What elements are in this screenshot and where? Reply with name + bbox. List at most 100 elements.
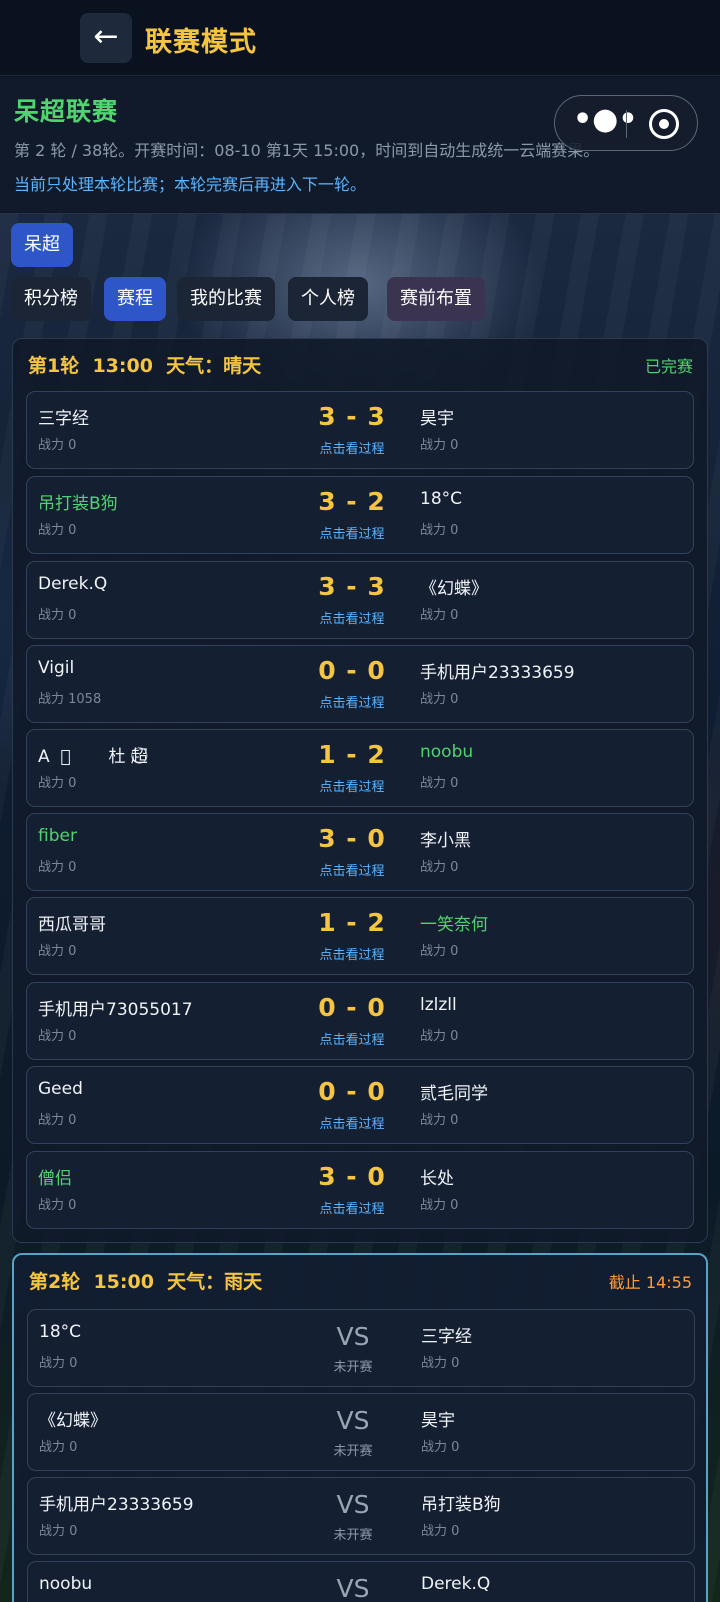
away-team-name: 18°C [420, 489, 463, 509]
match-score: 3 - 2 [318, 487, 386, 516]
league-note: 当前只处理本轮比赛；本轮完赛后再进入下一轮。 [14, 175, 367, 194]
home-team-name: 吊打装B狗 [38, 494, 118, 513]
close-target-icon[interactable] [649, 109, 679, 139]
away-team-power: 战力 0 [420, 776, 459, 791]
tab-standings[interactable]: 积分榜 [11, 277, 91, 321]
view-process-link[interactable]: 点击看过程 [282, 438, 422, 457]
tab-schedule[interactable]: 赛程 [104, 277, 166, 321]
match-card[interactable]: 《幻蝶》 战力 0 VS 未开赛 昊宇 战力 0 [27, 1393, 695, 1471]
match-score: 0 - 0 [318, 1077, 386, 1106]
league-chip[interactable]: 呆超 [11, 223, 73, 267]
match-card[interactable]: 吊打装B狗 战力 0 3 - 2 点击看过程 18°C 战力 0 [26, 476, 694, 554]
match-score: 0 - 0 [318, 656, 386, 685]
home-team-power: 战力 1058 [38, 692, 102, 707]
away-team-name: noobu [420, 742, 474, 762]
home-team-power: 战力 0 [38, 1198, 77, 1213]
match-score: 0 - 0 [318, 993, 386, 1022]
match-score: 3 - 0 [318, 1162, 386, 1191]
away-team-name: 手机用户23333659 [420, 663, 575, 682]
round-panel-2: 第2轮 15:00 天气：雨天 截止 14:55 18°C 战力 0 VS 未开赛… [12, 1253, 708, 1602]
away-team-name: 贰毛同学 [420, 1084, 488, 1103]
match-card[interactable]: noobu VS Derek.Q [27, 1561, 695, 1602]
away-team-power: 战力 0 [421, 1440, 460, 1455]
away-team-name: 昊宇 [420, 409, 454, 428]
view-process-link[interactable]: 点击看过程 [282, 944, 422, 963]
home-team-power: 战力 0 [38, 523, 77, 538]
home-team-power: 战力 0 [38, 776, 77, 791]
match-score: 1 - 2 [318, 740, 386, 769]
view-process-link[interactable]: 点击看过程 [282, 608, 422, 627]
away-team-name: 长处 [420, 1169, 454, 1188]
tab-my-matches[interactable]: 我的比赛 [177, 277, 275, 321]
home-team-name: 18°C [39, 1322, 82, 1342]
away-team-name: 三字经 [421, 1327, 472, 1346]
view-process-link[interactable]: 点击看过程 [282, 1198, 422, 1217]
vs-label: VS [336, 1490, 370, 1519]
home-team-name: 三字经 [38, 409, 89, 428]
round-status: 已完赛 [644, 357, 693, 376]
home-team-name: 西瓜哥哥 [38, 915, 106, 934]
match-card[interactable]: 18°C 战力 0 VS 未开赛 三字经 战力 0 [27, 1309, 695, 1387]
tab-personal-ranking[interactable]: 个人榜 [288, 277, 368, 321]
away-team-name: 吊打装B狗 [421, 1495, 501, 1514]
home-team-power: 战力 0 [39, 1440, 78, 1455]
round-panel-1: 第1轮 13:00 天气：晴天 已完赛 三字经战力 0 3 - 3 点击看过程 … [12, 338, 708, 1243]
away-team-power: 战力 0 [420, 1029, 459, 1044]
more-dots-icon[interactable]: •●• [573, 104, 638, 140]
home-team-name: A ⃝ 杜 超⃝ [38, 747, 148, 766]
round-deadline: 截止 14:55 [608, 1273, 692, 1292]
match-card[interactable]: 西瓜哥哥 战力 0 1 - 2 点击看过程 一笑奈何 战力 0 [26, 897, 694, 975]
view-process-link[interactable]: 点击看过程 [282, 860, 422, 879]
match-card[interactable]: 手机用户73055017 战力 0 0 - 0 点击看过程 lzlzll 战力 0 [26, 982, 694, 1060]
view-process-link[interactable]: 点击看过程 [282, 692, 422, 711]
away-team-power: 战力 0 [420, 692, 459, 707]
away-team-power: 战力 0 [420, 608, 459, 623]
view-process-link[interactable]: 点击看过程 [282, 1113, 422, 1132]
home-team-power: 战力 0 [38, 860, 77, 875]
match-card[interactable]: Vigil 战力 1058 0 - 0 点击看过程 手机用户23333659 战力 … [26, 645, 694, 723]
home-team-name: 僧侣 [38, 1169, 72, 1188]
match-state: 未开赛 [333, 1360, 373, 1375]
view-process-link[interactable]: 点击看过程 [282, 523, 422, 542]
away-team-power: 战力 0 [421, 1524, 460, 1539]
vs-label: VS [336, 1574, 370, 1602]
tab-prematch-setup[interactable]: 赛前布置 [387, 277, 485, 321]
vs-label: VS [336, 1406, 370, 1435]
away-team-power: 战力 0 [420, 1198, 459, 1213]
view-process-link[interactable]: 点击看过程 [282, 1029, 422, 1048]
away-team-name: 昊宇 [421, 1411, 455, 1430]
home-team-name: 手机用户23333659 [39, 1495, 194, 1514]
match-card[interactable]: fiber 战力 0 3 - 0 点击看过程 李小黑 战力 0 [26, 813, 694, 891]
away-team-power: 战力 0 [420, 1113, 459, 1128]
match-card[interactable]: 手机用户23333659 战力 0 VS 未开赛 吊打装B狗战力 0 [27, 1477, 695, 1555]
match-card[interactable]: A ⃝ 杜 超⃝ 战力 0 1 - 2 点击看过程 noobu 战力 0 [26, 729, 694, 807]
home-team-power: 战力 0 [38, 944, 77, 959]
away-team-power: 战力 0 [420, 860, 459, 875]
home-team-name: Vigil [38, 658, 75, 678]
view-process-link[interactable]: 点击看过程 [282, 776, 422, 795]
miniprogram-capsule: •●• [554, 95, 698, 151]
away-team-power: 战力 0 [420, 438, 459, 453]
home-team-power: 战力 0 [38, 438, 77, 453]
match-card[interactable]: 三字经战力 0 3 - 3 点击看过程 昊宇战力 0 [26, 391, 694, 469]
home-team-name: noobu [39, 1574, 93, 1594]
match-card[interactable]: Derek.Q 战力 0 3 - 3 点击看过程 《幻蝶》 战力 0 [26, 561, 694, 639]
home-team-power: 战力 0 [39, 1524, 78, 1539]
home-team-name: Derek.Q [38, 574, 108, 594]
away-team-name: 李小黑 [420, 831, 471, 850]
match-score: 3 - 3 [318, 402, 386, 431]
round-title: 第1轮 13:00 天气：晴天 [28, 355, 262, 377]
page-title: 联赛模式 [145, 27, 257, 58]
away-team-name: 《幻蝶》 [420, 579, 488, 598]
match-card[interactable]: 僧侣战力 0 3 - 0 点击看过程 长处战力 0 [26, 1151, 694, 1229]
home-team-power: 战力 0 [38, 1029, 77, 1044]
round-title: 第2轮 15:00 天气：雨天 [29, 1271, 263, 1293]
away-team-power: 战力 0 [420, 944, 459, 959]
top-bar: ← 联赛模式 [0, 0, 720, 76]
match-card[interactable]: Geed 战力 0 0 - 0 点击看过程 贰毛同学 战力 0 [26, 1066, 694, 1144]
home-team-name: fiber [38, 826, 77, 846]
back-arrow-icon[interactable]: ← [80, 13, 132, 63]
away-team-name: lzlzll [420, 995, 457, 1015]
match-state: 未开赛 [333, 1528, 373, 1543]
league-name: 呆超联赛 [14, 97, 119, 126]
